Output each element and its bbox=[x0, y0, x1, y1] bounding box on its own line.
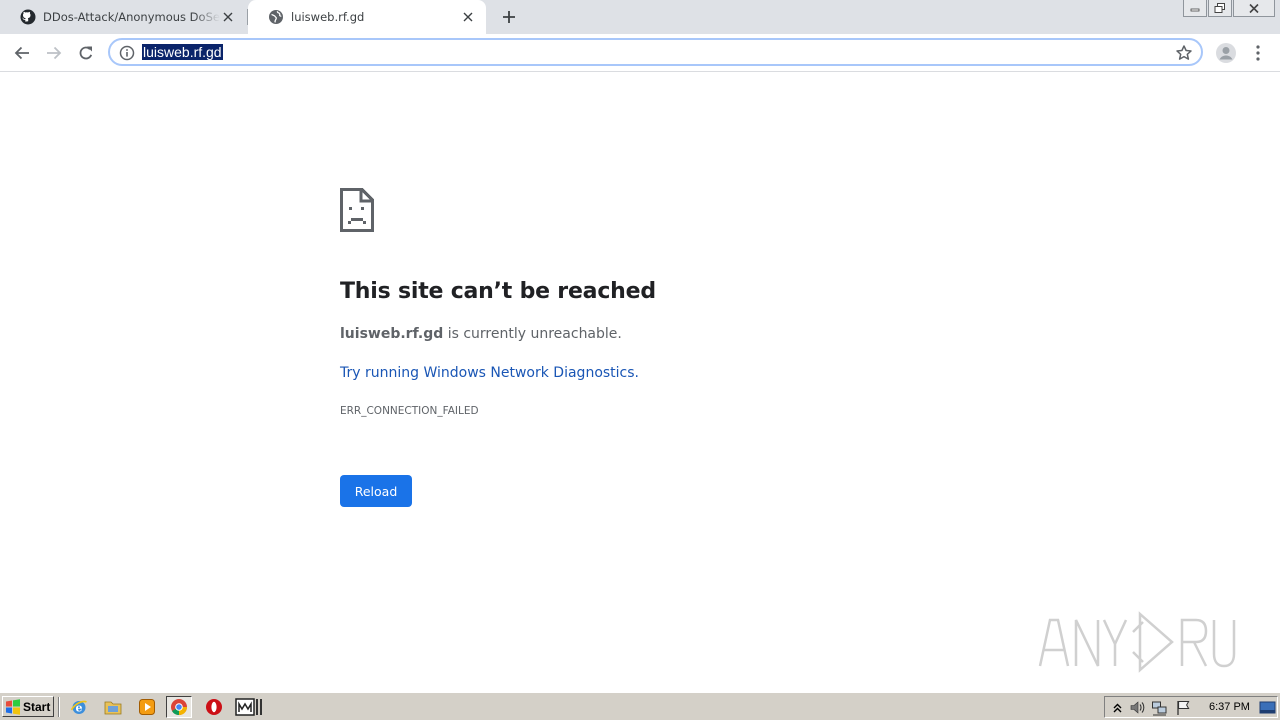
globe-icon bbox=[268, 9, 284, 25]
close-window-button[interactable] bbox=[1233, 0, 1275, 17]
reload-button[interactable]: Reload bbox=[340, 475, 412, 507]
error-message: luisweb.rf.gd is currently unreachable. bbox=[340, 326, 622, 342]
new-tab-button[interactable] bbox=[498, 6, 520, 28]
action-center-flag-icon[interactable] bbox=[1175, 699, 1192, 716]
error-page: This site can’t be reached luisweb.rf.gd… bbox=[0, 72, 1280, 692]
app-icon[interactable] bbox=[235, 698, 265, 716]
error-message-suffix: is currently unreachable. bbox=[443, 326, 622, 342]
taskbar-separator bbox=[58, 697, 60, 717]
menu-dots-icon[interactable] bbox=[1248, 41, 1268, 65]
forward-button[interactable] bbox=[40, 39, 68, 67]
windows-logo-icon bbox=[5, 698, 21, 715]
internet-explorer-icon[interactable]: e bbox=[70, 698, 88, 716]
start-button[interactable]: Start bbox=[2, 696, 54, 717]
clock: 6:37 PM bbox=[1209, 701, 1250, 713]
tab-strip: DDos-Attack/Anonymous DoSer.exe at maste… bbox=[0, 0, 1280, 34]
address-bar[interactable]: luisweb.rf.gd bbox=[108, 38, 1203, 66]
refresh-icon bbox=[79, 46, 93, 60]
chrome-icon[interactable] bbox=[166, 696, 192, 718]
tab-title: DDos-Attack/Anonymous DoSer.exe at maste… bbox=[43, 10, 220, 24]
volume-icon[interactable] bbox=[1129, 699, 1146, 716]
close-tab-icon[interactable] bbox=[460, 9, 476, 25]
close-tab-icon[interactable] bbox=[220, 9, 236, 25]
back-button[interactable] bbox=[8, 39, 36, 67]
show-hidden-icons-icon[interactable] bbox=[1109, 699, 1126, 716]
bookmark-star-icon[interactable] bbox=[1175, 44, 1193, 62]
anyrun-watermark-logo bbox=[1038, 608, 1238, 676]
minimize-button[interactable] bbox=[1183, 0, 1207, 17]
browser-toolbar: luisweb.rf.gd bbox=[0, 34, 1280, 72]
tab-github[interactable]: DDos-Attack/Anonymous DoSer.exe at maste… bbox=[0, 0, 246, 34]
network-icon[interactable] bbox=[1151, 699, 1168, 716]
taskbar: Start e 6:37 PM bbox=[0, 692, 1280, 720]
restore-icon bbox=[1214, 2, 1225, 13]
sad-document-icon bbox=[340, 188, 374, 232]
media-player-icon[interactable] bbox=[138, 698, 156, 716]
info-icon[interactable] bbox=[119, 45, 135, 61]
minimize-icon bbox=[1190, 8, 1200, 12]
url-text[interactable]: luisweb.rf.gd bbox=[142, 44, 223, 60]
error-title: This site can’t be reached bbox=[340, 279, 656, 304]
plus-icon bbox=[503, 11, 515, 23]
folder-icon[interactable] bbox=[104, 698, 122, 716]
close-icon bbox=[1249, 3, 1259, 13]
system-tray: 6:37 PM bbox=[1104, 696, 1278, 718]
network-diagnostics-link[interactable]: Try running Windows Network Diagnostics. bbox=[340, 365, 639, 381]
back-arrow-icon bbox=[14, 46, 29, 60]
tab-active[interactable]: luisweb.rf.gd bbox=[248, 0, 486, 34]
github-icon bbox=[20, 9, 36, 25]
forward-arrow-icon bbox=[47, 46, 62, 60]
show-desktop-icon[interactable] bbox=[1259, 699, 1276, 716]
error-host: luisweb.rf.gd bbox=[340, 326, 444, 342]
restore-button[interactable] bbox=[1208, 0, 1232, 17]
reload-toolbar-button[interactable] bbox=[72, 39, 100, 67]
error-code: ERR_CONNECTION_FAILED bbox=[340, 405, 479, 417]
tab-title: luisweb.rf.gd bbox=[291, 10, 365, 24]
opera-icon[interactable] bbox=[205, 698, 223, 716]
profile-avatar-icon[interactable] bbox=[1214, 41, 1238, 65]
start-label: Start bbox=[23, 699, 51, 714]
